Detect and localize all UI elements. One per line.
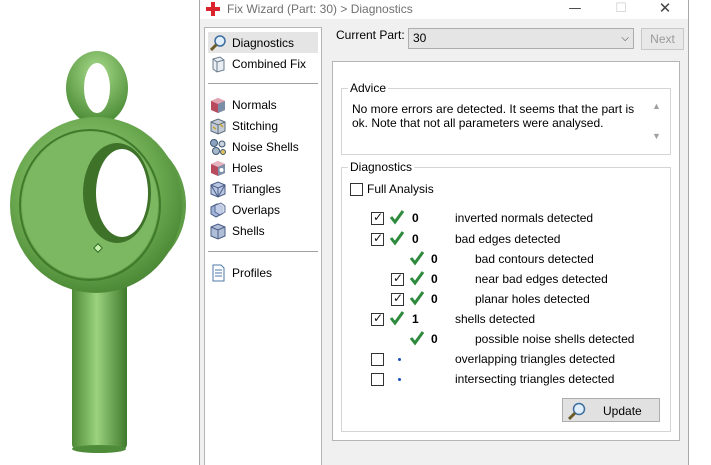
ok-check-icon — [409, 271, 425, 286]
nav-item-shells[interactable]: Shells — [208, 220, 318, 241]
bad-edges-label: bad edges detected — [455, 232, 561, 246]
shells-icon — [210, 222, 226, 240]
nav-item-overlaps[interactable]: Overlaps — [208, 199, 318, 220]
checkmark-icon: ✓ — [373, 311, 384, 325]
checkmark-icon: ✓ — [393, 291, 404, 305]
overlapping-triangles-label: overlapping triangles detected — [455, 352, 616, 366]
diagnostics-group: Diagnostics Full Analysis ✓ 0 inverted n… — [341, 160, 671, 432]
pending-dot-icon — [398, 358, 401, 361]
stitching-cube-icon — [210, 117, 226, 135]
nav-item-noise-shells[interactable]: Noise Shells — [208, 136, 318, 157]
advice-text: No more errors are detected. It seems th… — [352, 102, 635, 130]
nav-item-stitching[interactable]: Stitching — [208, 115, 318, 136]
noise-shells-icon — [210, 138, 226, 155]
inverted-normals-checkbox[interactable]: ✓ — [371, 210, 384, 225]
checkmark-icon: ✓ — [373, 210, 384, 224]
nav-item-normals[interactable]: Normals — [208, 94, 318, 115]
noise-shells-count: 0 — [431, 332, 438, 346]
checkmark-icon: ✓ — [393, 271, 404, 285]
minimize-button[interactable]: — — [552, 0, 598, 19]
planar-holes-checkbox[interactable]: ✓ — [391, 291, 404, 306]
shells-checkbox[interactable]: ✓ — [371, 311, 384, 326]
magnifier-icon — [567, 402, 586, 421]
shells-label: shells detected — [455, 312, 536, 326]
noise-shells-label: possible noise shells detected — [475, 332, 635, 346]
pending-dot-icon — [398, 378, 401, 381]
nav-item-profiles[interactable]: Profiles — [208, 262, 318, 283]
nav-item-diagnostics[interactable]: Diagnostics — [208, 32, 318, 53]
checkmark-icon: ✓ — [373, 231, 384, 245]
bad-edges-checkbox[interactable]: ✓ — [371, 231, 384, 246]
bad-contours-label: bad contours detected — [475, 252, 594, 266]
3d-viewport[interactable] — [0, 0, 200, 465]
ok-check-icon — [389, 231, 405, 246]
fix-wizard-dialog: Fix Wizard (Part: 30) > Diagnostics — ☐ … — [199, 0, 689, 465]
overlapping-triangles-checkbox[interactable] — [371, 353, 384, 366]
cube-outline-icon — [212, 55, 225, 73]
next-button[interactable]: Next — [641, 28, 684, 50]
ok-check-icon — [389, 311, 405, 326]
shells-count: 1 — [412, 312, 419, 326]
advice-title: Advice — [348, 81, 389, 95]
bad-contours-count: 0 — [431, 252, 438, 266]
intersecting-triangles-checkbox[interactable] — [371, 373, 384, 386]
near-bad-edges-checkbox[interactable]: ✓ — [391, 271, 404, 286]
chevron-down-icon: ⌵ — [621, 33, 629, 44]
maximize-button[interactable]: ☐ — [598, 0, 644, 19]
current-part-value: 30 — [413, 31, 427, 45]
ok-check-icon — [409, 251, 425, 266]
scroll-down-icon[interactable]: ▼ — [652, 131, 661, 141]
full-analysis-checkbox[interactable] — [350, 183, 363, 196]
close-button[interactable]: ✕ — [642, 0, 688, 19]
part-model-render — [10, 51, 186, 453]
nav-item-combined-fix[interactable]: Combined Fix — [208, 53, 318, 74]
update-button[interactable]: Update — [562, 398, 660, 422]
update-label: Update — [603, 404, 642, 418]
bad-edges-count: 0 — [412, 232, 419, 246]
intersecting-triangles-label: intersecting triangles detected — [455, 372, 615, 386]
advice-group: Advice No more errors are detected. It s… — [341, 81, 671, 155]
nav-separator — [208, 251, 318, 252]
overlaps-icon — [210, 201, 226, 218]
ok-check-icon — [389, 210, 405, 225]
inverted-normals-label: inverted normals detected — [455, 211, 594, 225]
near-bad-edges-count: 0 — [431, 272, 438, 286]
inverted-normals-count: 0 — [412, 211, 419, 225]
nav-separator — [208, 83, 318, 84]
current-part-select[interactable]: 30 ⌵ — [408, 28, 634, 49]
nav-item-holes[interactable]: Holes — [208, 157, 318, 178]
magnifier-icon — [209, 34, 226, 51]
document-icon — [212, 264, 225, 281]
current-part-label: Current Part: — [336, 28, 405, 42]
wizard-nav: Diagnostics Combined Fix Normals Stitchi… — [204, 27, 322, 465]
title-bar[interactable]: Fix Wizard (Part: 30) > Diagnostics — ☐ … — [200, 0, 688, 19]
diagnostics-panel: Advice No more errors are detected. It s… — [332, 61, 680, 441]
full-analysis-label: Full Analysis — [367, 182, 434, 196]
near-bad-edges-label: near bad edges detected — [475, 272, 608, 286]
nav-item-triangles[interactable]: Triangles — [208, 178, 318, 199]
normals-cube-icon — [211, 97, 225, 113]
red-cross-icon — [206, 2, 220, 16]
scroll-up-icon[interactable]: ▲ — [652, 101, 661, 111]
holes-cube-icon — [211, 160, 225, 176]
triangles-cube-icon — [210, 180, 226, 198]
planar-holes-label: planar holes detected — [475, 292, 590, 306]
diagnostics-title: Diagnostics — [348, 160, 415, 174]
ok-check-icon — [409, 331, 425, 346]
ok-check-icon — [409, 291, 425, 306]
advice-scrollbar[interactable]: ▲ ▼ — [652, 101, 664, 145]
planar-holes-count: 0 — [431, 292, 438, 306]
window-title: Fix Wizard (Part: 30) > Diagnostics — [227, 2, 413, 16]
